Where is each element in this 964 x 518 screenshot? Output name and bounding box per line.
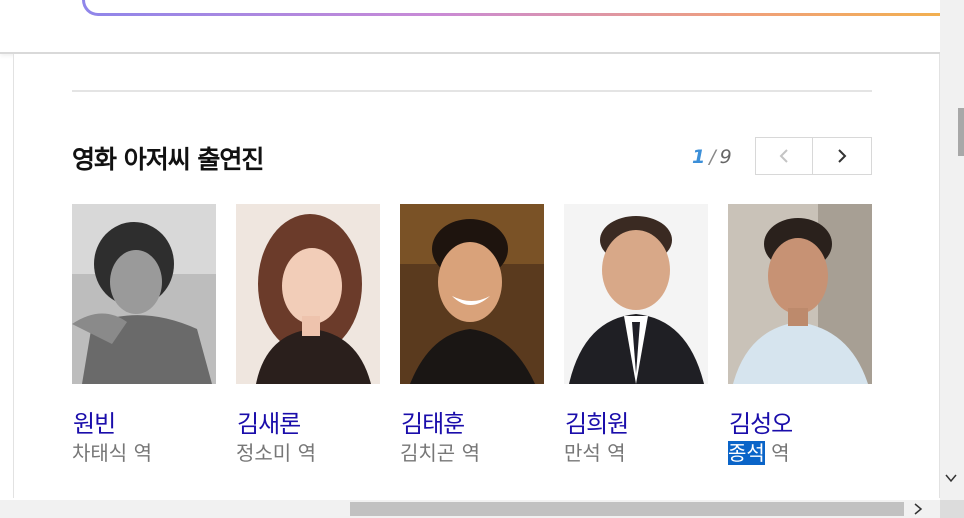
vertical-scrollbar[interactable] <box>940 0 964 500</box>
chevron-right-icon <box>838 149 847 163</box>
chevron-right-icon <box>914 503 923 515</box>
cast-name-link[interactable]: 김성오 <box>729 404 793 439</box>
search-box-border[interactable] <box>82 0 964 16</box>
cast-name-link[interactable]: 김새론 <box>237 404 301 439</box>
cast-name-link[interactable]: 원빈 <box>73 404 116 439</box>
cast-item[interactable]: 김희원 만석 역 <box>564 204 708 465</box>
role-name-selected[interactable]: 종석 <box>728 441 765 465</box>
role-suffix: 역 <box>461 441 480 465</box>
cast-photo[interactable] <box>564 204 708 384</box>
role-name: 차태식 <box>72 441 128 465</box>
scroll-right-button[interactable] <box>906 500 930 518</box>
divider <box>72 90 872 92</box>
cast-photo[interactable] <box>400 204 544 384</box>
role-suffix: 역 <box>607 441 626 465</box>
prev-page-button[interactable] <box>755 137 813 175</box>
cast-photo[interactable] <box>236 204 380 384</box>
role-suffix: 역 <box>133 441 152 465</box>
pager-current: 1 <box>692 146 706 168</box>
cast-role: 김치곤 역 <box>400 437 480 466</box>
section-title: 영화 아저씨 출연진 <box>72 145 264 174</box>
chevron-down-icon <box>945 474 957 483</box>
cast-role: 차태식 역 <box>72 437 152 466</box>
vertical-scrollbar-thumb[interactable] <box>958 108 964 156</box>
cast-photo[interactable] <box>728 204 872 384</box>
cast-role: 종석 역 <box>728 437 790 466</box>
cast-item[interactable]: 김태훈 김치곤 역 <box>400 204 544 465</box>
role-name: 김치곤 <box>400 441 456 465</box>
cast-role: 정소미 역 <box>236 437 316 466</box>
role-name: 정소미 <box>236 441 292 465</box>
role-suffix: 역 <box>771 441 790 465</box>
scrollbar-corner <box>940 500 964 518</box>
pager-separator: / <box>709 146 716 168</box>
cast-name-link[interactable]: 김희원 <box>565 404 629 439</box>
cast-item[interactable]: 김성오 종석 역 <box>728 204 872 465</box>
role-suffix: 역 <box>297 441 316 465</box>
chevron-left-icon <box>779 149 788 163</box>
horizontal-scrollbar-thumb[interactable] <box>350 502 904 516</box>
role-name: 만석 <box>564 441 601 465</box>
cast-name-link[interactable]: 김태훈 <box>401 404 465 439</box>
pager-total: 9 <box>719 146 732 168</box>
cast-photo[interactable] <box>72 204 216 384</box>
cast-item[interactable]: 김새론 정소미 역 <box>236 204 380 465</box>
next-page-button[interactable] <box>813 137 872 175</box>
scroll-down-button[interactable] <box>941 468 961 488</box>
cast-item[interactable]: 원빈 차태식 역 <box>72 204 216 465</box>
pager-indicator: 1/9 <box>692 146 732 168</box>
cast-role: 만석 역 <box>564 437 626 466</box>
